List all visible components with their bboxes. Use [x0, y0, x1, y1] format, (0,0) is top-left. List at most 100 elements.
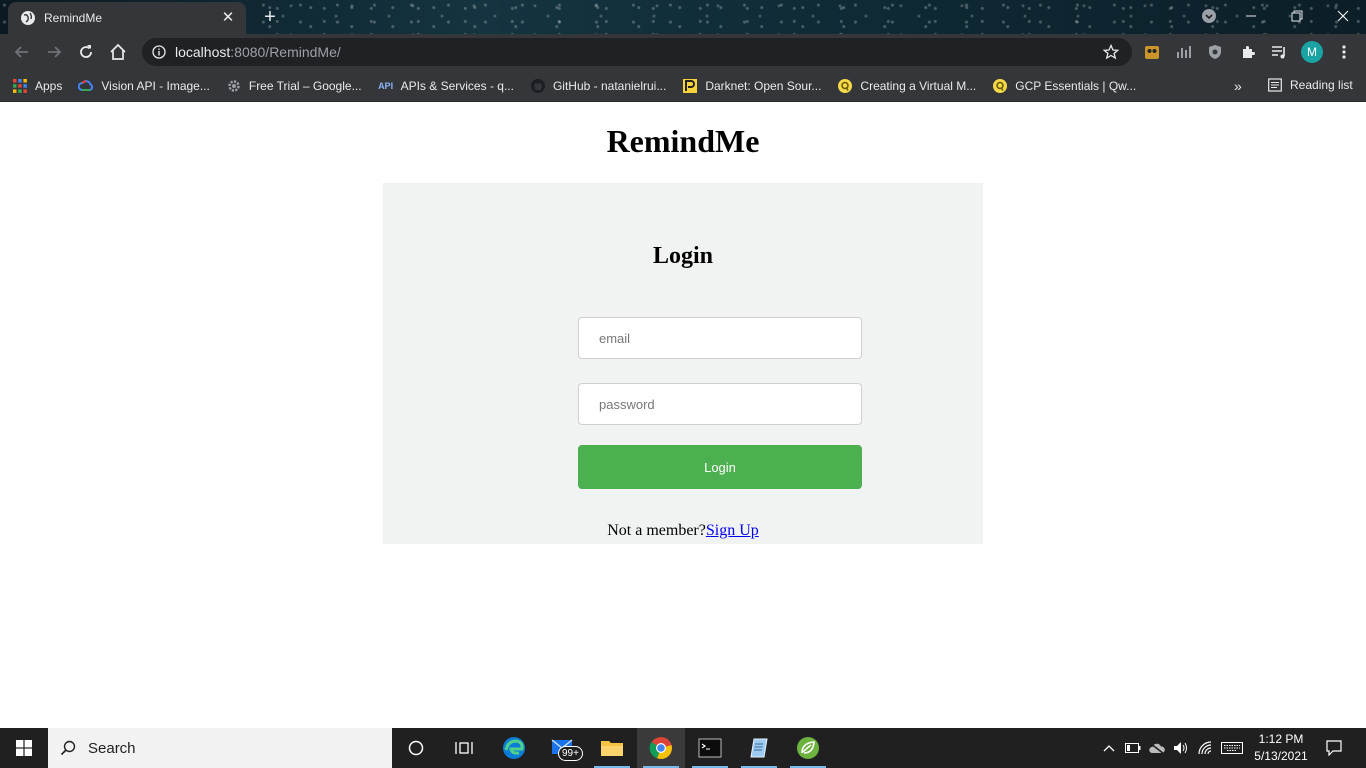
chrome-icon [649, 737, 672, 760]
edge-browser-icon [503, 737, 525, 759]
taskbar-edge[interactable] [490, 728, 538, 768]
reading-list-icon [1268, 78, 1282, 92]
bookmark-apis-services[interactable]: API APIs & Services - q... [378, 78, 514, 94]
extension-button-3[interactable] [1204, 41, 1226, 63]
profile-avatar[interactable]: M [1301, 41, 1323, 63]
bookmark-vision-api[interactable]: Vision API - Image... [78, 78, 210, 94]
input-keyboard[interactable] [1220, 728, 1244, 768]
spring-leaf-icon [797, 737, 819, 759]
taskbar-search-box[interactable]: Search [48, 728, 392, 768]
new-tab-button[interactable]: + [259, 6, 281, 28]
close-icon [1337, 10, 1349, 22]
login-heading: Login [652, 243, 714, 269]
reading-list-button[interactable]: Reading list [1268, 78, 1353, 92]
cortana-button[interactable] [392, 728, 440, 768]
reload-button[interactable] [74, 40, 98, 64]
extension-chart-icon [1177, 46, 1191, 58]
login-button[interactable]: Login [578, 445, 862, 489]
app-title: RemindMe [606, 123, 760, 159]
star-icon [1103, 44, 1119, 60]
bookmark-github[interactable]: GitHub - natanielrui... [530, 78, 666, 94]
taskbar-mail[interactable]: 99+ [540, 728, 588, 768]
minimize-icon [1246, 15, 1256, 17]
taskbar-notes-app[interactable] [735, 728, 783, 768]
start-button[interactable] [0, 728, 48, 768]
bookmark-label: Vision API - Image... [101, 78, 210, 93]
shield-icon [1209, 45, 1221, 59]
google-cloud-icon [78, 79, 94, 91]
system-clock[interactable]: 1:12 PM 5/13/2021 [1247, 731, 1315, 765]
notebook-icon [750, 738, 768, 758]
chevron-up-icon [1103, 745, 1115, 752]
chevron-down-icon [1202, 9, 1216, 23]
bookmark-label: Darknet: Open Sour... [705, 78, 822, 93]
bookmark-creating-virtual-machine[interactable]: Creating a Virtual M... [837, 78, 976, 94]
signup-link[interactable]: Sign Up [706, 522, 759, 539]
bookmarks-bar: Apps Vision API - Image... Free Trial – … [0, 70, 1366, 102]
browser-toolbar: localhost:8080/RemindMe/ M [0, 34, 1366, 70]
bookmark-label: Apps [35, 78, 63, 93]
browser-menu-button[interactable] [1333, 41, 1355, 63]
forward-button[interactable] [42, 40, 66, 64]
mail-unread-badge: 99+ [558, 746, 583, 761]
close-window-button[interactable] [1320, 0, 1366, 32]
windows-logo-icon [16, 740, 32, 756]
notification-icon [1326, 740, 1342, 756]
bookmark-darknet[interactable]: Darknet: Open Sour... [682, 78, 821, 94]
taskbar-terminal[interactable] [686, 728, 734, 768]
back-button[interactable] [10, 40, 34, 64]
network-status[interactable] [1195, 728, 1217, 768]
volume-control[interactable] [1170, 728, 1192, 768]
restore-icon [1291, 10, 1303, 22]
github-icon [530, 78, 545, 93]
minimize-button[interactable] [1228, 0, 1274, 32]
email-field[interactable] [578, 317, 862, 359]
taskbar-spring-tool[interactable] [784, 728, 832, 768]
restore-button[interactable] [1274, 0, 1320, 32]
bookmark-label: GCP Essentials | Qw... [1015, 78, 1137, 93]
onedrive-status[interactable] [1146, 728, 1168, 768]
keyboard-icon [1221, 742, 1243, 754]
bookmark-label: GitHub - natanielrui... [552, 78, 667, 93]
home-button[interactable] [106, 40, 130, 64]
address-bar[interactable]: localhost:8080/RemindMe/ [142, 38, 1132, 66]
bookmark-apps[interactable]: Apps [12, 78, 62, 94]
browser-title-bar: RemindMe ✕ + [0, 0, 1366, 34]
apps-grid-icon [13, 78, 27, 93]
gear-icon [228, 79, 240, 92]
show-hidden-icons-button[interactable] [1098, 728, 1120, 768]
taskbar-file-explorer[interactable] [588, 728, 636, 768]
close-tab-icon[interactable]: ✕ [220, 10, 236, 26]
media-controls-button[interactable] [1268, 41, 1290, 63]
battery-status[interactable] [1122, 728, 1144, 768]
bookmark-label: Free Trial – Google... [248, 78, 362, 93]
tab-title: RemindMe [44, 11, 103, 25]
bookmark-star-button[interactable] [1100, 41, 1122, 63]
reload-icon [80, 45, 92, 58]
bookmark-gcp-essentials[interactable]: GCP Essentials | Qw... [992, 78, 1136, 94]
extensions-menu-button[interactable] [1237, 41, 1259, 63]
bookmark-free-trial[interactable]: Free Trial – Google... [226, 78, 362, 94]
search-label: Search [88, 739, 136, 757]
taskbar-chrome[interactable] [637, 728, 685, 768]
speaker-icon [1174, 742, 1187, 754]
darknet-icon [683, 78, 698, 93]
api-icon: API [378, 80, 394, 91]
task-view-button[interactable] [440, 728, 488, 768]
url-host: localhost [175, 44, 231, 60]
browser-tab-active[interactable]: RemindMe ✕ [8, 2, 246, 34]
password-field[interactable] [578, 383, 862, 425]
info-icon [152, 45, 166, 59]
extension-button-2[interactable] [1173, 41, 1195, 63]
more-bookmarks-button[interactable]: » [1234, 78, 1242, 94]
bookmark-label: Creating a Virtual M... [860, 78, 977, 93]
tab-search-button[interactable] [1186, 0, 1232, 32]
clock-date: 5/13/2021 [1254, 749, 1308, 763]
extension-button-1[interactable] [1141, 41, 1163, 63]
bookmark-label: APIs & Services - q... [400, 78, 514, 93]
terminal-icon [698, 738, 722, 758]
reading-list-label: Reading list [1290, 78, 1353, 92]
folder-icon [601, 741, 623, 756]
notifications-button[interactable] [1320, 728, 1348, 768]
task-view-icon [455, 742, 473, 754]
